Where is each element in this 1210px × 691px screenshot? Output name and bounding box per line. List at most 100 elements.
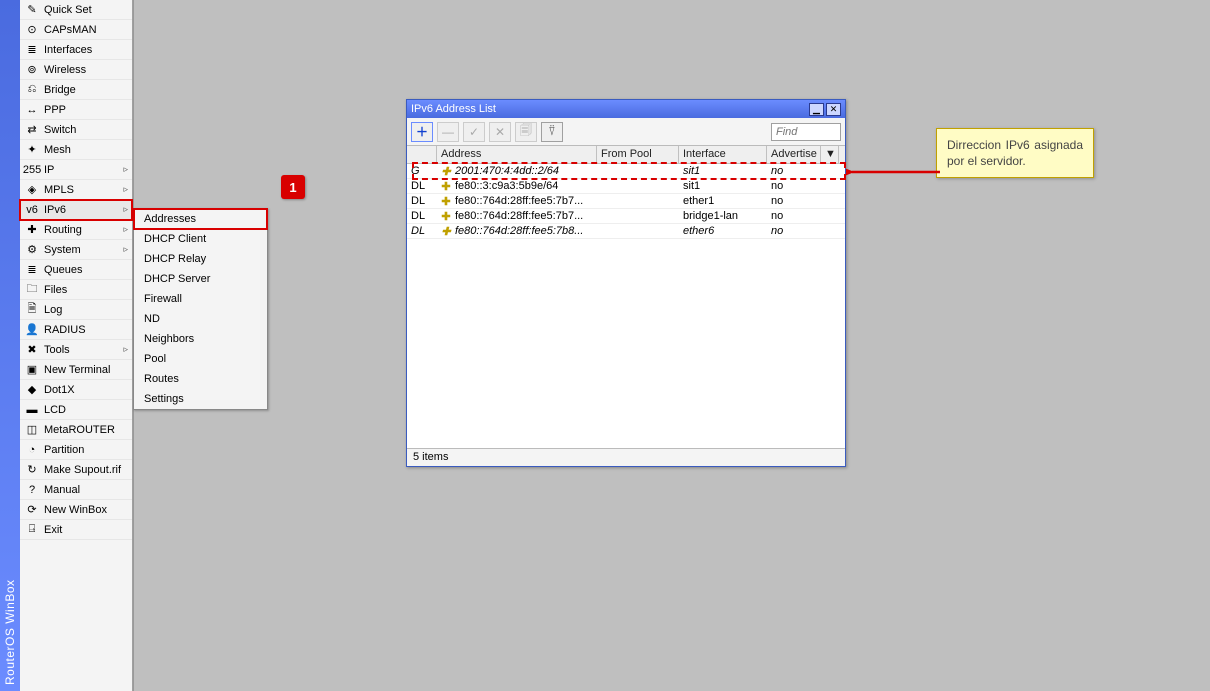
mesh-icon: ✦ [24,142,40,158]
sidebar-item-ppp[interactable]: ↔ PPP [20,100,132,120]
sidebar-item-log[interactable]: 🗎Log [20,300,132,320]
files-icon: 🗀 [24,282,40,298]
submenu-item-neighbors[interactable]: Neighbors [134,329,267,349]
submenu-item-addresses[interactable]: Addresses [134,209,267,229]
submenu-item-firewall[interactable]: Firewall [134,289,267,309]
table-row[interactable]: DL✚fe80::764d:28ff:fee5:7b7...ether1no [407,194,845,209]
sidebar-item-new-winbox[interactable]: ⟳New WinBox [20,500,132,520]
sidebar: ✎Quick Set⊙CAPsMAN≣Interfaces⊚Wireless ⎌ B… [20,0,133,691]
col-flag[interactable] [407,146,437,163]
submenu-item-pool[interactable]: Pool [134,349,267,369]
sidebar-item-make-supout-rif[interactable]: ↻Make Supout.rif [20,460,132,480]
sidebar-item-lcd[interactable]: ▬LCD [20,400,132,420]
interfaces-icon: ≣ [24,42,40,58]
submenu-item-routes[interactable]: Routes [134,369,267,389]
sidebar-item-label: Tools [44,344,70,356]
address-plus-icon: ✚ [441,166,451,176]
ip-icon: 255 [24,162,40,178]
cell-advertise: no [767,225,821,237]
log-icon: 🗎 [24,302,40,318]
sidebar-item-label: Files [44,284,67,296]
col-interface[interactable]: Interface [679,146,767,163]
col-address[interactable]: Address [437,146,597,163]
cell-flag: DL [407,195,437,207]
submenu-item-dhcp-server[interactable]: DHCP Server [134,269,267,289]
submenu-item-settings[interactable]: Settings [134,389,267,409]
sidebar-item-system[interactable]: ⚙System▹ [20,240,132,260]
toolbar-enable-button[interactable]: ✓ [463,122,485,142]
system-icon: ⚙ [24,242,40,258]
window-titlebar[interactable]: IPv6 Address List ▁ ✕ [407,100,845,118]
sidebar-item-label: PPP [44,104,66,116]
sidebar-item-switch[interactable]: ⇄ Switch [20,120,132,140]
toolbar-remove-button[interactable]: — [437,122,459,142]
address-plus-icon: ✚ [441,181,451,191]
sidebar-item-new-terminal[interactable]: ▣New Terminal [20,360,132,380]
sidebar-item-label: New WinBox [44,504,107,516]
sidebar-item-capsman[interactable]: ⊙CAPsMAN [20,20,132,40]
app-title-bar: RouterOS WinBox [0,0,20,691]
sidebar-item-radius[interactable]: 👤RADIUS [20,320,132,340]
ppp-icon: ↔ [24,102,40,118]
submenu-item-dhcp-client[interactable]: DHCP Client [134,229,267,249]
sidebar-item-quick-set[interactable]: ✎Quick Set [20,0,132,20]
table-row[interactable]: DL✚fe80::764d:28ff:fee5:7b7...bridge1-la… [407,209,845,224]
address-plus-icon: ✚ [441,196,451,206]
address-grid: Address From Pool Interface Advertise ▼ … [407,146,845,448]
col-dropdown[interactable]: ▼ [821,146,839,163]
col-from-pool[interactable]: From Pool [597,146,679,163]
wireless-icon: ⊚ [24,62,40,78]
submenu-item-nd[interactable]: ND [134,309,267,329]
sidebar-item-exit[interactable]: ⍈Exit [20,520,132,540]
sidebar-item-interfaces[interactable]: ≣Interfaces [20,40,132,60]
toolbar-filter-button[interactable]: ⍢ [541,122,563,142]
window-close-button[interactable]: ✕ [826,103,841,116]
sidebar-item-label: Bridge [44,84,76,96]
table-row[interactable]: DL✚fe80::764d:28ff:fee5:7b8...ether6no [407,224,845,239]
table-row[interactable]: G✚2001:470:4:4dd::2/64sit1no [407,164,845,179]
cell-flag: G [407,165,437,177]
toolbar-comment-button[interactable]: 🗐 [515,122,537,142]
sidebar-item-ipv6[interactable]: v6IPv6▹ [20,200,132,220]
sidebar-item-mpls[interactable]: ◈MPLS▹ [20,180,132,200]
cell-address: ✚fe80::764d:28ff:fee5:7b8... [437,225,597,237]
sidebar-item-routing[interactable]: ✚Routing▹ [20,220,132,240]
sidebar-item-metarouter[interactable]: ◫MetaROUTER [20,420,132,440]
cell-interface: bridge1-lan [679,210,767,222]
sidebar-item-partition[interactable]: ◔Partition [20,440,132,460]
annotation-callout: Dirreccion IPv6 asignada por el servidor… [936,128,1094,178]
sidebar-item-tools[interactable]: ✖Tools▹ [20,340,132,360]
bridge-icon: ⎌ [24,82,40,98]
sidebar-item-label: IP [44,164,54,176]
cell-advertise: no [767,210,821,222]
new-terminal-icon: ▣ [24,362,40,378]
sidebar-item-queues[interactable]: ≣Queues [20,260,132,280]
ipv6-submenu: AddressesDHCP ClientDHCP RelayDHCP Serve… [133,208,268,410]
cell-advertise: no [767,195,821,207]
sidebar-item-ip[interactable]: 255IP▹ [20,160,132,180]
sidebar-item-label: Mesh [44,144,71,156]
sidebar-item-dot1x[interactable]: ◆Dot1X [20,380,132,400]
col-advertise[interactable]: Advertise [767,146,821,163]
sidebar-item-label: Exit [44,524,62,536]
sidebar-item-label: Switch [44,124,76,136]
sidebar-item-bridge[interactable]: ⎌ Bridge [20,80,132,100]
sidebar-item-label: CAPsMAN [44,24,97,36]
find-input[interactable] [771,123,841,141]
switch-icon: ⇄ [24,122,40,138]
table-row[interactable]: DL✚fe80::3:c9a3:5b9e/64sit1no [407,179,845,194]
submenu-arrow-icon: ▹ [123,224,128,235]
cell-interface: sit1 [679,165,767,177]
manual-icon: ? [24,482,40,498]
sidebar-item-wireless[interactable]: ⊚Wireless [20,60,132,80]
toolbar-disable-button[interactable]: ✕ [489,122,511,142]
radius-icon: 👤 [24,322,40,338]
cell-interface: ether6 [679,225,767,237]
submenu-item-dhcp-relay[interactable]: DHCP Relay [134,249,267,269]
toolbar-add-button[interactable]: ＋ [411,122,433,142]
sidebar-item-manual[interactable]: ?Manual [20,480,132,500]
sidebar-item-files[interactable]: 🗀 Files [20,280,132,300]
sidebar-item-mesh[interactable]: ✦ Mesh [20,140,132,160]
make-supout-rif-icon: ↻ [24,462,40,478]
window-minimize-button[interactable]: ▁ [809,103,824,116]
